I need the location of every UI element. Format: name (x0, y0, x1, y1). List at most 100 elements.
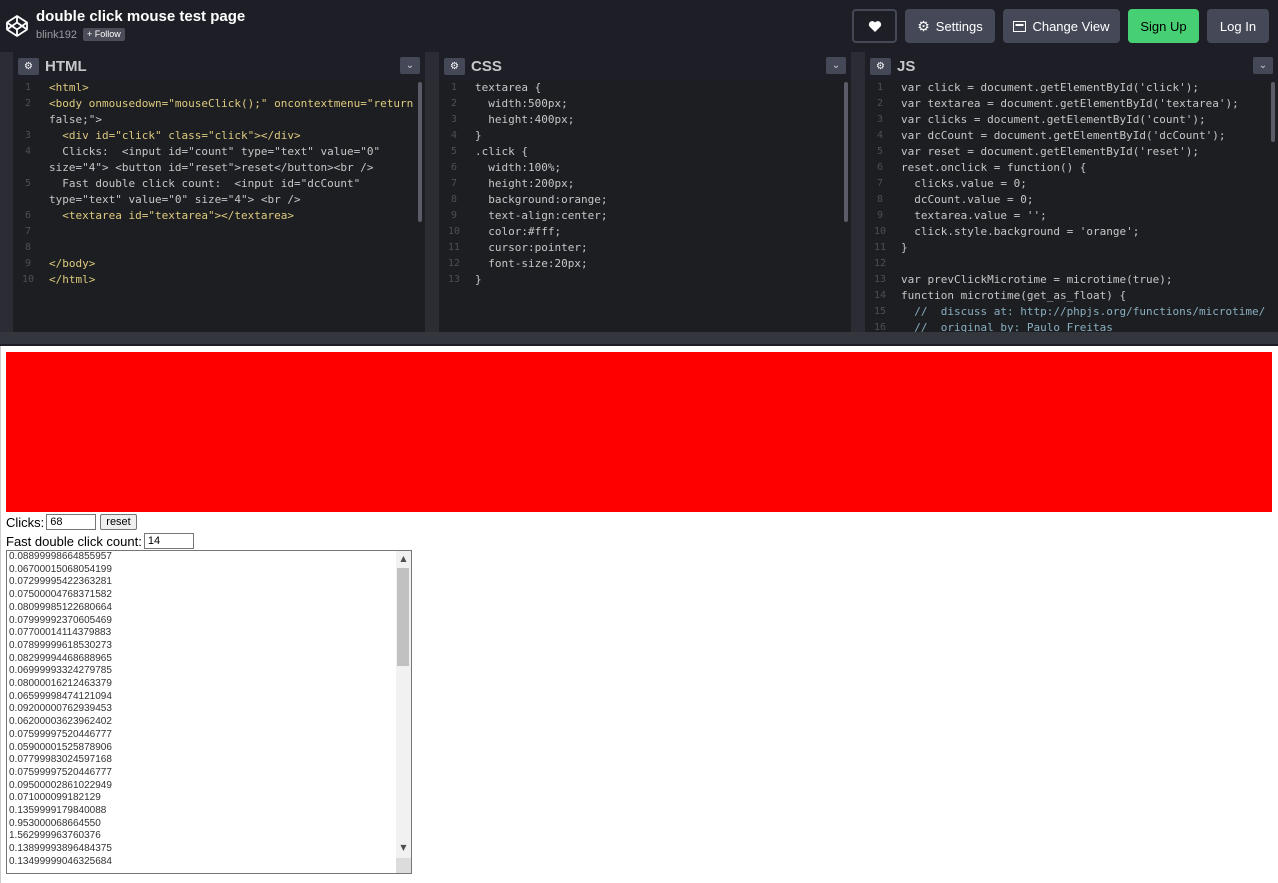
follow-button[interactable]: + Follow (83, 28, 125, 41)
settings-button[interactable]: ⚙ Settings (905, 9, 995, 43)
editor-title: JS (897, 58, 916, 75)
code-text: reset.onclick = function() { (901, 161, 1087, 174)
line-number: 4 (450, 130, 458, 141)
line-number: 16 (873, 322, 887, 332)
textarea-content: 0.08899998664855957 0.06700015068054199 0.… (7, 551, 411, 869)
editor-header: ⚙ CSS ⌄ (439, 52, 851, 80)
textarea-line: 0.13899993896484375 (9, 843, 112, 855)
clicks-input[interactable]: 68 (46, 514, 97, 530)
line-number: 15 (873, 306, 887, 317)
scroll-down-icon[interactable]: ▼ (396, 840, 411, 855)
line-number: 7 (24, 226, 32, 237)
like-button[interactable] (852, 9, 897, 43)
reset-button[interactable]: reset (100, 514, 137, 530)
codepen-logo-icon[interactable] (5, 14, 29, 38)
code-line: 7 (13, 224, 425, 240)
line-number: 8 (24, 242, 32, 253)
code-text: var dcCount = document.getElementById('d… (901, 129, 1226, 142)
chevron-down-icon[interactable]: ⌄ (826, 57, 846, 74)
code-editor[interactable]: 1 textarea {2 width:500px; 3 height:400px;… (439, 80, 851, 332)
line-number: 12 (873, 258, 887, 269)
line-number: 10 (21, 274, 35, 285)
code-line: 7 height:200px; (439, 176, 851, 192)
code-editor[interactable]: 1 <html> 2 <body onmousedown="mouseClick();… (13, 80, 425, 332)
line-number: 3 (450, 114, 458, 125)
line-number: 13 (873, 274, 887, 285)
textarea-line: 0.08099985122680664 (9, 601, 112, 613)
log-textarea[interactable]: 0.08899998664855957 0.06700015068054199 0.… (6, 550, 412, 874)
gear-icon[interactable]: ⚙ (444, 58, 465, 75)
line-number: 3 (24, 130, 32, 141)
line-number: 10 (447, 226, 461, 237)
line-number: 2 (24, 98, 32, 109)
line-number: 5 (876, 146, 884, 157)
sign-up-button[interactable]: Sign Up (1128, 9, 1199, 43)
code-text: } (475, 273, 482, 286)
code-line: 13} (439, 272, 851, 288)
scrollbar-thumb[interactable] (397, 568, 409, 666)
scroll-up-icon[interactable]: ▲ (396, 551, 411, 566)
code-text: font-size:20px; (475, 257, 588, 270)
textarea-line: 0.07500004768371582 (9, 589, 112, 601)
code-line: 10 color:#fff; (439, 224, 851, 240)
code-text: width:100%; (475, 161, 562, 174)
line-number: 1 (876, 82, 884, 93)
code-text: <textarea id="textarea"></textarea> (49, 209, 295, 222)
line-number: 9 (24, 258, 32, 269)
result-resizer[interactable] (0, 332, 1278, 346)
code-text: Fast double click count: <input id="dcCo… (49, 177, 361, 190)
line-number: 1 (24, 82, 32, 93)
chevron-down-icon[interactable]: ⌄ (1253, 57, 1273, 74)
code-line: false;"> (13, 112, 425, 128)
code-text: .click { (475, 145, 528, 158)
change-view-button[interactable]: Change View (1003, 9, 1120, 43)
code-line: 12 (865, 256, 1278, 272)
code-line: 6 <textarea id="textarea"></textarea> (13, 208, 425, 224)
dc-count-input[interactable]: 14 (143, 533, 194, 549)
textarea-line: 0.07599997520446777 (9, 766, 112, 778)
editor-resizer[interactable] (425, 52, 439, 332)
code-text: width:500px; (475, 97, 568, 110)
line-number: 8 (876, 194, 884, 205)
scrollbar[interactable] (1271, 82, 1275, 142)
code-text: var textarea = document.getElementById('… (901, 97, 1239, 110)
code-line: 2 <body onmousedown="mouseClick();" oncon… (13, 96, 425, 112)
header-bar: double click mouse test page blink192 + … (0, 0, 1278, 52)
code-line: type="text" value="0" size="4"> <br /> (13, 192, 425, 208)
gear-icon[interactable]: ⚙ (18, 58, 39, 75)
gear-icon: ⚙ (917, 17, 930, 34)
code-line: 5 var reset = document.getElementById('re… (865, 144, 1278, 160)
code-editor[interactable]: 1 var click = document.getElementById('cl… (865, 80, 1278, 332)
textarea-line: 1.562999963760376 (9, 830, 101, 842)
line-number: 5 (24, 178, 32, 189)
code-text: cursor:pointer; (475, 241, 588, 254)
scrollbar[interactable] (418, 82, 422, 222)
line-number: 5 (450, 146, 458, 157)
code-line: 11 cursor:pointer; (439, 240, 851, 256)
textarea-line: 0.06200003623962402 (9, 716, 112, 728)
line-number: 7 (450, 178, 458, 189)
editor-resizer[interactable] (851, 52, 865, 332)
click-area[interactable] (6, 352, 1272, 512)
textarea-line: 0.07599997520446777 (9, 728, 112, 740)
code-line: 10 </html> (13, 272, 425, 288)
scrollbar[interactable] (844, 82, 848, 222)
code-line: 6 reset.onclick = function() { (865, 160, 1278, 176)
html-editor-panel: ⚙ HTML ⌄ 1 <html> 2 <body onmousedown="mous… (13, 52, 425, 332)
code-text: Clicks: <input id="count" type="text" va… (49, 145, 381, 158)
chevron-down-icon[interactable]: ⌄ (400, 57, 420, 74)
textarea-line: 0.08000016212463379 (9, 678, 112, 690)
textarea-line: 0.1359999179840088 (9, 805, 107, 817)
textarea-line: 0.06999993324279785 (9, 665, 112, 677)
editor-gutter-left[interactable] (0, 52, 13, 332)
log-in-button[interactable]: Log In (1207, 9, 1269, 43)
gear-icon[interactable]: ⚙ (870, 58, 891, 75)
resize-grip-icon[interactable] (396, 858, 411, 873)
line-number: 11 (447, 242, 461, 253)
code-line: 12 font-size:20px; (439, 256, 851, 272)
author-link[interactable]: blink192 (36, 29, 77, 41)
line-number: 11 (873, 242, 887, 253)
code-text: textarea.value = ''; (901, 209, 1047, 222)
editor-header: ⚙ HTML ⌄ (13, 52, 425, 80)
code-text: var clicks = document.getElementById('co… (901, 113, 1206, 126)
